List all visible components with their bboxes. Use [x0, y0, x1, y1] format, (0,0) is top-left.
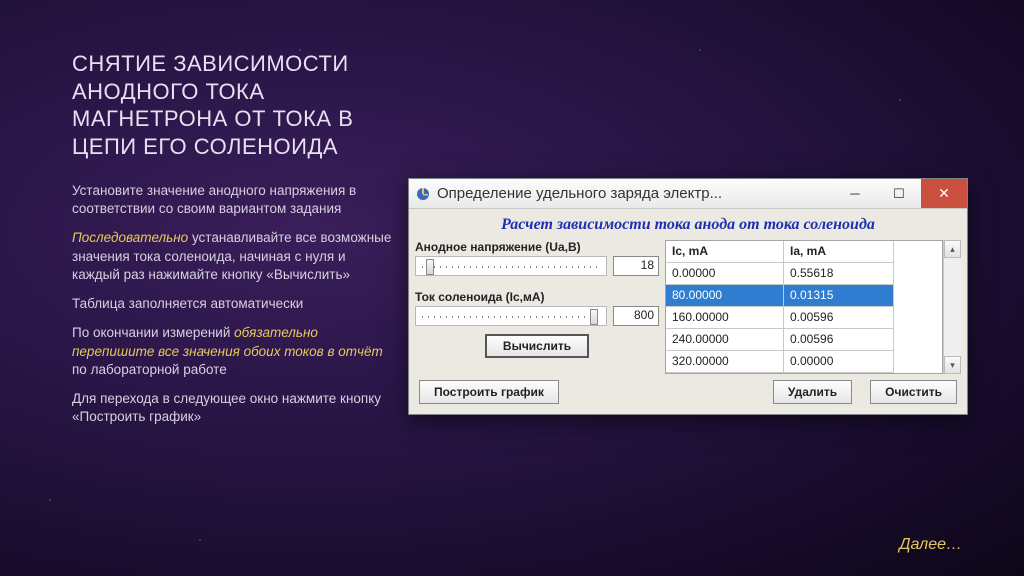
scrollbar[interactable]: ▴ ▾: [943, 240, 961, 374]
table-row[interactable]: 240.00000 0.00596: [666, 329, 942, 351]
slide-body: Установите значение анодного напряжения …: [72, 182, 392, 426]
table-row[interactable]: 320.00000 0.00000: [666, 351, 942, 373]
slide-title: СНЯТИЕ ЗАВИСИМОСТИ АНОДНОГО ТОКА МАГНЕТР…: [72, 50, 392, 160]
data-table[interactable]: Ic, mA Ia, mA 0.00000 0.55618 80.00000 0…: [665, 240, 943, 374]
maximize-button[interactable]: ☐: [877, 179, 921, 208]
paragraph-3: Таблица заполняется автоматически: [72, 295, 392, 313]
solenoid-slider[interactable]: [415, 306, 607, 326]
table-row[interactable]: 80.00000 0.01315: [666, 285, 942, 307]
app-caption: Расчет зависимости тока анода от тока со…: [415, 213, 961, 240]
paragraph-1: Установите значение анодного напряжения …: [72, 182, 392, 218]
voltage-slider[interactable]: [415, 256, 607, 276]
calculate-button[interactable]: Вычислить: [485, 334, 589, 358]
titlebar: Определение удельного заряда электр... ─…: [409, 179, 967, 209]
table-row[interactable]: 0.00000 0.55618: [666, 263, 942, 285]
plot-button[interactable]: Построить график: [419, 380, 559, 404]
emphasis: Последовательно: [72, 230, 188, 245]
solenoid-value[interactable]: 800: [613, 306, 659, 326]
minimize-button[interactable]: ─: [833, 179, 877, 208]
paragraph-5: Для перехода в следующее окно нажмите кн…: [72, 390, 392, 426]
delete-button[interactable]: Удалить: [773, 380, 852, 404]
window-title: Определение удельного заряда электр...: [437, 185, 833, 202]
col-ic: Ic, mA: [666, 241, 784, 263]
col-ia: Ia, mA: [784, 241, 894, 263]
paragraph-4: По окончании измерений обязательно переп…: [72, 324, 392, 379]
clear-button[interactable]: Очистить: [870, 380, 957, 404]
close-button[interactable]: ✕: [921, 179, 967, 208]
voltage-value[interactable]: 18: [613, 256, 659, 276]
scroll-down-icon[interactable]: ▾: [944, 356, 961, 374]
voltage-label: Анодное напряжение (Ua,В): [415, 240, 659, 254]
app-icon: [415, 186, 431, 202]
paragraph-2: Последовательно устанавливайте все возмо…: [72, 229, 392, 284]
app-window: Определение удельного заряда электр... ─…: [408, 178, 968, 415]
table-row[interactable]: 160.00000 0.00596: [666, 307, 942, 329]
solenoid-label: Ток соленоида (Ic,мА): [415, 290, 659, 304]
table-header: Ic, mA Ia, mA: [666, 241, 942, 263]
scroll-up-icon[interactable]: ▴: [944, 240, 961, 258]
next-link[interactable]: Далее…: [899, 536, 962, 554]
